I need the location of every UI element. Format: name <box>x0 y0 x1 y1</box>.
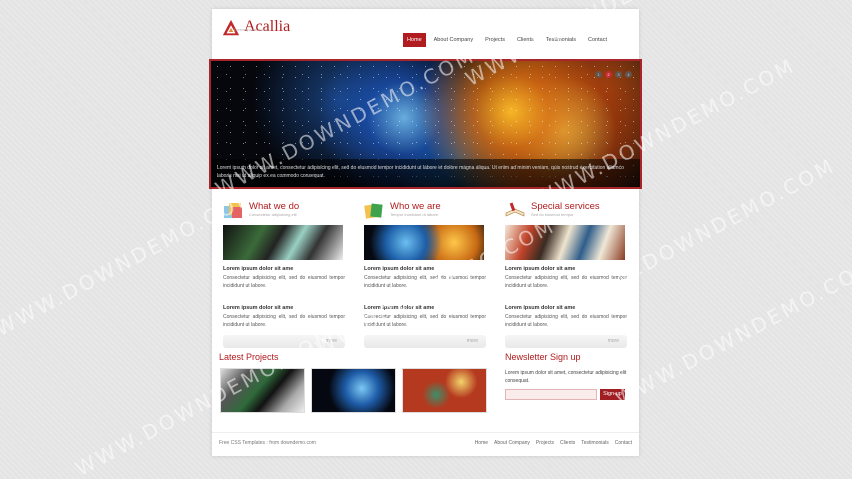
slider-dot[interactable]: 1 <box>595 71 602 78</box>
folders-icon <box>364 203 383 219</box>
item-title: Lorem ipsum dolor sit ame <box>223 305 294 311</box>
page-container: Acallia Lorem ipsum dolor Home About Com… <box>209 9 642 456</box>
project-thumbnail[interactable] <box>402 368 487 413</box>
nav-clients[interactable]: Clients <box>513 33 538 47</box>
newsletter-text: Lorem ipsum dolor sit amet, consectetur … <box>505 370 627 384</box>
hero-slider[interactable]: 1 2 3 4 Lorem ipsum dolor sit amet, cons… <box>209 59 642 189</box>
item-title: Lorem ipsum dolor sit ame <box>505 305 576 311</box>
nav-projects[interactable]: Projects <box>481 33 509 47</box>
slider-caption: Lorem ipsum dolor sit amet, consectetur … <box>211 159 640 187</box>
column-image <box>223 225 343 260</box>
nav-testimonials[interactable]: Testimonials <box>542 33 580 47</box>
footer-link-home[interactable]: Home <box>475 440 488 446</box>
open-book-icon <box>505 202 525 217</box>
watermark-text: WWW.DOWNDEMO.COM <box>611 253 852 411</box>
column-subtitle: Tempor incididunt ut labore <box>390 212 439 217</box>
newsletter-email-input[interactable] <box>505 389 597 400</box>
latest-projects-title: Latest Projects <box>219 352 279 362</box>
footer-link-about-company[interactable]: About Company <box>494 440 530 446</box>
footer-credit: Free CSS Templates : from downdemo.com <box>219 440 316 446</box>
project-thumbnail[interactable] <box>311 368 396 413</box>
newsletter-title: Newsletter Sign up <box>505 352 581 362</box>
column-image <box>505 225 625 260</box>
item-title: Lorem ipsum dolor sit ame <box>223 266 294 272</box>
item-text: Consectetur adipisicing elit, sed do eiu… <box>364 314 486 328</box>
column-subtitle: Sed do eiusmod tempor <box>531 212 574 217</box>
nav-home[interactable]: Home <box>402 33 426 47</box>
item-title: Lorem ipsum dolor sit ame <box>364 266 435 272</box>
nav-contact[interactable]: Contact <box>584 33 611 47</box>
more-button[interactable]: more <box>223 335 345 348</box>
item-text: Consectetur adipisicing elit, sed do eiu… <box>505 314 627 328</box>
column-title: What we do <box>249 201 300 212</box>
item-text: Consectetur adipisicing elit, sed do eiu… <box>223 314 345 328</box>
project-thumbnail[interactable] <box>220 368 305 413</box>
item-text: Consectetur adipisicing elit, sed do eiu… <box>223 275 345 289</box>
item-title: Lorem ipsum dolor sit ame <box>505 266 576 272</box>
column-who-we-are: Who we are Tempor incididunt ut labore L… <box>364 199 486 348</box>
item-text: Consectetur adipisicing elit, sed do eiu… <box>364 275 486 289</box>
footer-divider <box>212 432 639 433</box>
footer-link-testimonials[interactable]: Testimonials <box>581 440 609 446</box>
books-icon <box>224 203 242 218</box>
column-special-services: Special services Sed do eiusmod tempor L… <box>505 199 627 348</box>
logo-tagline: Lorem ipsum dolor <box>234 27 268 32</box>
slider-dot-active[interactable]: 2 <box>605 71 612 78</box>
column-title: Special services <box>531 201 600 212</box>
item-title: Lorem ipsum dolor sit ame <box>364 305 435 311</box>
footer-nav: Home About Company Projects Clients Test… <box>475 440 632 446</box>
slider-pagination: 1 2 3 4 <box>595 71 632 78</box>
column-what-we-do: What we do Consectetur adipisicing elit … <box>223 199 345 348</box>
slider-dot[interactable]: 4 <box>625 71 632 78</box>
footer-link-clients[interactable]: Clients <box>560 440 575 446</box>
column-subtitle: Consectetur adipisicing elit <box>249 212 297 217</box>
signup-button[interactable]: Sign up <box>600 389 625 400</box>
footer-link-contact[interactable]: Contact <box>615 440 632 446</box>
main-nav: Home About Company Projects Clients Test… <box>402 33 611 47</box>
nav-about-company[interactable]: About Company <box>430 33 477 47</box>
more-button[interactable]: more <box>364 335 486 348</box>
footer-link-projects[interactable]: Projects <box>536 440 554 446</box>
item-text: Consectetur adipisicing elit, sed do eiu… <box>505 275 627 289</box>
more-button[interactable]: more <box>505 335 627 348</box>
column-image <box>364 225 484 260</box>
column-title: Who we are <box>390 201 441 212</box>
slider-dot[interactable]: 3 <box>615 71 622 78</box>
